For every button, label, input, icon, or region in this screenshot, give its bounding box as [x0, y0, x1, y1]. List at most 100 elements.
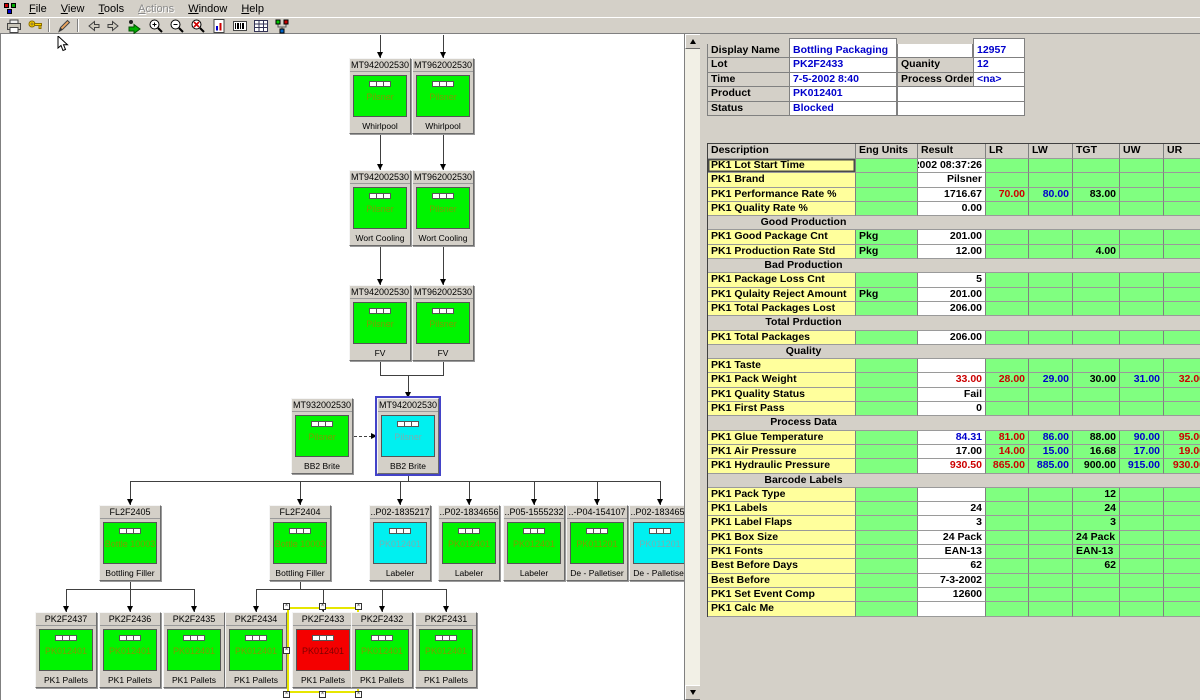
value-cell-uw[interactable] [1120, 245, 1164, 259]
value-cell-uw[interactable] [1120, 173, 1164, 187]
value-cell-lr[interactable] [986, 545, 1029, 559]
value-cell-ur[interactable] [1164, 245, 1200, 259]
value-cell-tgt[interactable]: 4.00 [1073, 245, 1120, 259]
menu-tools[interactable]: Tools [91, 2, 131, 17]
genealogy-node-P04154107-13[interactable]: ..-P04-154107PK011201De - Palletiser [566, 505, 628, 581]
value-cell-tgt[interactable] [1073, 230, 1120, 244]
value-cell-eng-units[interactable] [856, 545, 918, 559]
value-cell-lw[interactable] [1029, 331, 1073, 345]
value-cell-ur[interactable]: 930.00 [1164, 459, 1200, 473]
value-cell-tgt[interactable]: 88.00 [1073, 431, 1120, 445]
value-cell-lw[interactable] [1029, 359, 1073, 373]
genealogy-node-PK2F2433-19[interactable]: PK2F2433PK012401PK1 Pallets [292, 612, 354, 688]
value-cell-eng-units[interactable] [856, 159, 918, 173]
value-cell-lr[interactable] [986, 388, 1029, 402]
value-cell-eng-units[interactable] [856, 502, 918, 516]
genealogy-node-MT942002530-2[interactable]: MT942002530PilsnerWort Cooling [349, 170, 411, 246]
value-cell-ur[interactable] [1164, 273, 1200, 287]
selection-handle[interactable]: × [355, 603, 362, 610]
value-cell-lr[interactable] [986, 574, 1029, 588]
value-cell-tgt[interactable]: 30.00 [1073, 373, 1120, 387]
value-cell-result[interactable]: 2002 08:37:26 [918, 159, 986, 173]
value-cell-tgt[interactable] [1073, 302, 1120, 316]
value-cell-lr[interactable] [986, 245, 1029, 259]
value-cell-uw[interactable] [1120, 188, 1164, 202]
value-cell-result[interactable]: 0 [918, 402, 986, 416]
genealogy-node-PK2F2434-18[interactable]: PK2F2434PK012401PK1 Pallets [225, 612, 287, 688]
value-cell-uw[interactable] [1120, 545, 1164, 559]
zoom-in-button[interactable] [145, 18, 166, 33]
value-cell-ur[interactable] [1164, 230, 1200, 244]
variable-description-cell[interactable]: PK1 Total Packages Lost [708, 302, 856, 316]
value-cell-ur[interactable] [1164, 516, 1200, 530]
value-cell-tgt[interactable] [1073, 574, 1120, 588]
genealogy-node-MT932002530-6[interactable]: MT932002530PilsnerBB2 Brite [291, 398, 353, 474]
variable-description-cell[interactable]: Best Before Days [708, 559, 856, 573]
column-header-description[interactable]: Description [708, 144, 856, 159]
value-cell-eng-units[interactable] [856, 588, 918, 602]
value-cell-lr[interactable] [986, 273, 1029, 287]
value-cell-eng-units[interactable]: Pkg [856, 288, 918, 302]
value-cell-ur[interactable] [1164, 602, 1200, 616]
value-cell-uw[interactable] [1120, 202, 1164, 216]
value-cell-tgt[interactable]: 12 [1073, 488, 1120, 502]
value-cell-lw[interactable] [1029, 402, 1073, 416]
variable-description-cell[interactable]: PK1 First Pass [708, 402, 856, 416]
value-cell-result[interactable]: 12600 [918, 588, 986, 602]
value-cell-lr[interactable] [986, 402, 1029, 416]
genealogy-node-FL2F2404-9[interactable]: FL2F2404Bottle 10003Bottling Filler [269, 505, 331, 581]
value-cell-result[interactable]: 930.50 [918, 459, 986, 473]
value-cell-tgt[interactable] [1073, 402, 1120, 416]
value-cell-eng-units[interactable] [856, 331, 918, 345]
menu-actions[interactable]: Actions [131, 2, 181, 17]
value-cell-lw[interactable] [1029, 559, 1073, 573]
genealogy-node-MT942002530-0[interactable]: MT942002530PilsnerWhirlpool [349, 58, 411, 134]
value-cell-ur[interactable] [1164, 188, 1200, 202]
value-cell-result[interactable]: EAN-13 [918, 545, 986, 559]
value-cell-uw[interactable] [1120, 331, 1164, 345]
genealogy-node-PK2F2437-15[interactable]: PK2F2437PK012401PK1 Pallets [35, 612, 97, 688]
value-cell-tgt[interactable] [1073, 173, 1120, 187]
value-cell-uw[interactable] [1120, 502, 1164, 516]
value-cell-lw[interactable] [1029, 545, 1073, 559]
value-cell-result[interactable] [918, 602, 986, 616]
diagram-vertical-scrollbar[interactable] [684, 34, 700, 700]
genealogy-node-PK2F2431-21[interactable]: PK2F2431PK012401PK1 Pallets [415, 612, 477, 688]
value-cell-eng-units[interactable] [856, 488, 918, 502]
value-cell-ur[interactable] [1164, 488, 1200, 502]
value-cell-lr[interactable] [986, 230, 1029, 244]
zoom-out-button[interactable] [166, 18, 187, 33]
value-cell-lr[interactable]: 81.00 [986, 431, 1029, 445]
value-cell-lw[interactable]: 29.00 [1029, 373, 1073, 387]
value-cell-lr[interactable]: 70.00 [986, 188, 1029, 202]
value-cell-lr[interactable] [986, 173, 1029, 187]
value-cell-ur[interactable] [1164, 559, 1200, 573]
tree-button[interactable] [271, 18, 292, 33]
variable-description-cell[interactable]: PK1 Quality Rate % [708, 202, 856, 216]
value-cell-tgt[interactable]: EAN-13 [1073, 545, 1120, 559]
value-cell-eng-units[interactable] [856, 516, 918, 530]
value-cell-result[interactable] [918, 359, 986, 373]
value-cell-result[interactable]: 12.00 [918, 245, 986, 259]
value-cell-uw[interactable] [1120, 559, 1164, 573]
value-cell-tgt[interactable]: 900.00 [1073, 459, 1120, 473]
genealogy-node-MT942002530-7[interactable]: MT942002530PilsnerBB2 Brite [377, 398, 439, 474]
value-cell-ur[interactable] [1164, 173, 1200, 187]
column-header-lw[interactable]: LW [1029, 144, 1073, 159]
variable-description-cell[interactable]: PK1 Glue Temperature [708, 431, 856, 445]
value-cell-eng-units[interactable] [856, 202, 918, 216]
value-cell-lr[interactable]: 14.00 [986, 445, 1029, 459]
value-cell-result[interactable]: 5 [918, 273, 986, 287]
menu-view[interactable]: View [54, 2, 92, 17]
value-cell-lr[interactable]: 865.00 [986, 459, 1029, 473]
value-cell-lr[interactable] [986, 602, 1029, 616]
variable-description-cell[interactable]: PK1 Label Flaps [708, 516, 856, 530]
value-cell-tgt[interactable] [1073, 202, 1120, 216]
value-cell-lw[interactable] [1029, 288, 1073, 302]
value-cell-lw[interactable] [1029, 302, 1073, 316]
value-cell-ur[interactable] [1164, 402, 1200, 416]
variable-description-cell[interactable]: PK1 Package Loss Cnt [708, 273, 856, 287]
value-cell-result[interactable]: 24 [918, 502, 986, 516]
variable-description-cell[interactable]: PK1 Brand [708, 173, 856, 187]
value-cell-lr[interactable] [986, 202, 1029, 216]
